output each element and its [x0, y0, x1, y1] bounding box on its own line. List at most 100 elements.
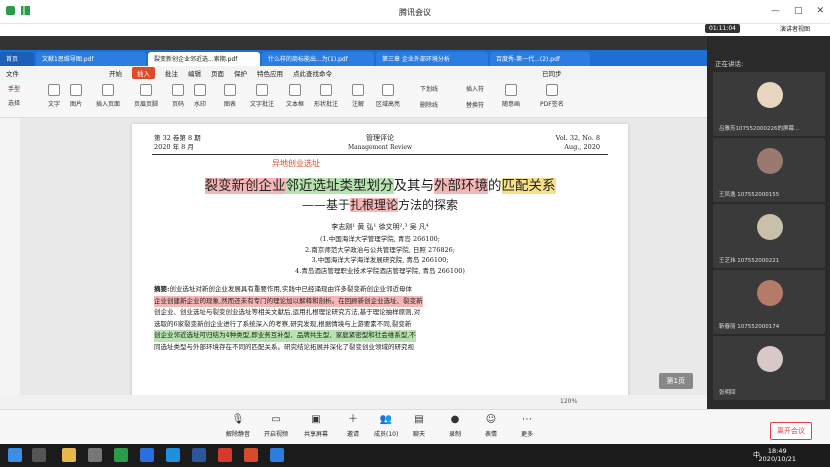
note-icon: [352, 84, 364, 96]
text-icon: [48, 84, 60, 96]
share-screen-button[interactable]: ▣ 共享屏幕: [304, 414, 328, 438]
header-icon: [140, 84, 152, 96]
page-number-tool[interactable]: 页码: [172, 84, 184, 108]
maximize-button[interactable]: □: [794, 6, 803, 16]
acrobat-icon[interactable]: [218, 448, 232, 462]
more-icon: ⋯: [522, 414, 532, 425]
camera-icon: ▭: [271, 414, 281, 425]
watermark-tool[interactable]: 水印: [194, 84, 206, 108]
chat-button[interactable]: ▤ 聊天: [412, 414, 426, 438]
mail-icon[interactable]: [140, 448, 154, 462]
document-area: 第 32 卷第 8 期 2020 年 8 月 管理评论 Management R…: [20, 118, 707, 409]
image-tool[interactable]: 图片: [70, 84, 82, 108]
menu-insert[interactable]: 插入: [132, 67, 155, 79]
text-tool[interactable]: 文字: [48, 84, 60, 108]
speaker-view-button[interactable]: 演讲者视图: [780, 24, 810, 33]
header-footer-tool[interactable]: 页眉页脚: [134, 84, 158, 108]
shape-icon: [320, 84, 332, 96]
page-indicator[interactable]: 第1页: [658, 373, 693, 389]
close-button[interactable]: ✕: [816, 6, 824, 16]
invite-button[interactable]: ＋邀请: [346, 414, 360, 438]
participant-tile[interactable]: 靳春丽 107552000174: [713, 270, 825, 334]
app-icon[interactable]: [114, 448, 128, 462]
pdf-page: 第 32 卷第 8 期 2020 年 8 月 管理评论 Management R…: [132, 124, 628, 409]
tab-doc-4[interactable]: 第三章 企业外部环境分析: [376, 52, 488, 66]
participant-tile[interactable]: 吕雅芳107552000226的屏幕...: [713, 72, 825, 136]
wps-icon[interactable]: [244, 448, 258, 462]
screen-icon: ▣: [311, 414, 321, 425]
taskview-icon[interactable]: [32, 448, 46, 462]
store-icon[interactable]: [88, 448, 102, 462]
meeting-timer: 01:11:04: [705, 24, 740, 33]
menu-file[interactable]: 文件: [6, 68, 19, 78]
shared-screen: 首页 文献1思维导图.pdf 裂变新创企业邻近选...索期.pdf 什么样的商标…: [0, 36, 707, 409]
avatar: [757, 214, 783, 240]
pdf-left-panel: [0, 118, 20, 409]
command-search[interactable]: 点此查找命令: [293, 68, 332, 78]
speaking-label: 正在讲话:: [715, 60, 744, 68]
underline-tool[interactable]: 下划线: [420, 84, 438, 93]
avatar: [757, 346, 783, 372]
participant-tile[interactable]: 王芝玮 107552000221: [713, 204, 825, 268]
participant-tile[interactable]: 王凤逸 107552000155: [713, 138, 825, 202]
watermark-icon: [194, 84, 206, 96]
start-video-button[interactable]: ▭ 开启视频: [264, 414, 288, 438]
menu-features[interactable]: 特色应用: [257, 68, 283, 78]
freehand-tool[interactable]: 随意画: [502, 84, 520, 108]
app-title: 腾讯会议: [399, 8, 431, 17]
page-icon: [102, 84, 114, 96]
tab-doc-5[interactable]: 百度秀-第一代...(2).pdf: [490, 52, 590, 66]
menu-page[interactable]: 页面: [211, 68, 224, 78]
explorer-icon[interactable]: [62, 448, 76, 462]
handwritten-annotation: 异地创业选址: [272, 159, 320, 168]
record-button[interactable]: ● 录制: [448, 414, 462, 438]
tencent-meeting-icon[interactable]: [270, 448, 284, 462]
sync-status[interactable]: 已同步: [542, 68, 562, 78]
insert-page-tool[interactable]: 插入页面: [96, 84, 120, 108]
minimize-button[interactable]: —: [771, 6, 780, 16]
tab-doc-2[interactable]: 裂变新创企业邻近选...索期.pdf: [148, 52, 260, 66]
textbox-tool[interactable]: 文本框: [286, 84, 304, 108]
paper-subtitle: ——基于扎根理论方法的探索: [301, 198, 459, 212]
unmute-button[interactable]: 🎙 解除静音: [226, 414, 250, 438]
note-tool[interactable]: 注解: [352, 84, 364, 108]
members-button[interactable]: 👥 成员(10): [374, 414, 398, 438]
text-comment-tool[interactable]: 文字批注: [250, 84, 274, 108]
highlight-icon: [382, 84, 394, 96]
tab-doc-3[interactable]: 什么样的商标能出...为(1).pdf: [262, 52, 374, 66]
more-button[interactable]: ⋯ 更多: [520, 414, 534, 438]
start-icon[interactable]: [8, 448, 22, 462]
caret-tool[interactable]: 插入符: [466, 84, 484, 93]
tab-home[interactable]: 首页: [0, 52, 34, 66]
edge-icon[interactable]: [166, 448, 180, 462]
meeting-bar: 01:11:04 演讲者视图: [0, 24, 830, 36]
invite-icon: ＋: [348, 414, 358, 425]
participant-tile[interactable]: 张明回: [713, 336, 825, 400]
menu-start[interactable]: 开始: [109, 68, 122, 78]
status-bar: 120%: [0, 395, 707, 409]
emoji-icon: ☺: [485, 414, 497, 425]
menu-bar: 文件 开始 插入 批注 编辑 页面 保护 特色应用 点此查找命令 已同步: [0, 66, 707, 80]
area-highlight-tool[interactable]: 区域高亮: [376, 84, 400, 108]
pen-icon: [505, 84, 517, 96]
menu-edit[interactable]: 编辑: [188, 68, 201, 78]
select-tool[interactable]: 选择: [8, 98, 20, 107]
avatar: [757, 148, 783, 174]
menu-protect[interactable]: 保护: [234, 68, 247, 78]
tab-doc-1[interactable]: 文献1思维导图.pdf: [36, 52, 146, 66]
emoji-button[interactable]: ☺ 表情: [484, 414, 498, 438]
hand-tool[interactable]: 手型: [8, 84, 20, 93]
menu-annotate[interactable]: 批注: [165, 68, 178, 78]
zoom-level[interactable]: 120%: [560, 398, 577, 405]
textbox-icon: [289, 84, 301, 96]
title-bar: 腾讯会议 — □ ✕: [0, 0, 830, 24]
avatar: [757, 82, 783, 108]
replace-tool[interactable]: 替换符: [466, 100, 484, 109]
chart-tool[interactable]: 图表: [224, 84, 236, 108]
pdf-sign-tool[interactable]: PDF签名: [540, 84, 564, 108]
shape-comment-tool[interactable]: 形状批注: [314, 84, 338, 108]
leave-meeting-button[interactable]: 离开会议: [770, 422, 812, 440]
paper-affiliations: (1.中国海洋大学管理学院, 青岛 266100; 2.南京师范大学政治与公共管…: [295, 235, 465, 275]
word-icon[interactable]: [192, 448, 206, 462]
strikethrough-tool[interactable]: 删除线: [420, 100, 438, 109]
